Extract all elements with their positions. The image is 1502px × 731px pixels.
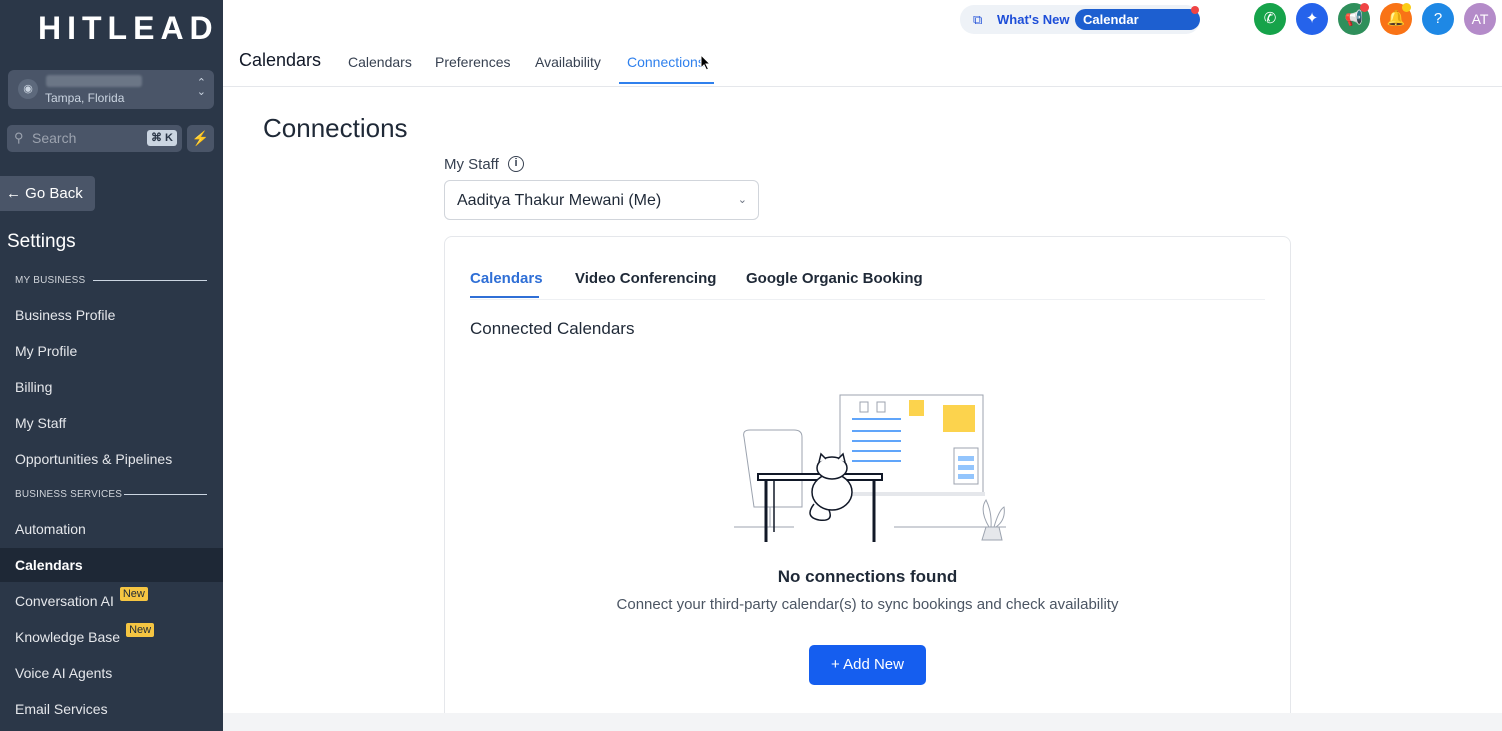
user-avatar[interactable]: AT [1464,3,1496,35]
sidebar: HITLEAD ◉ Tampa, Florida ⌃ ⌄ ⚲ Search ⌘ K… [0,0,223,731]
tab-availability[interactable]: Availability [535,54,601,70]
phone-icon[interactable]: ✆ [1254,3,1286,35]
app-logo: HITLEAD [38,10,219,46]
sidebar-item-calendars[interactable]: Calendars [0,548,223,582]
tab-calendars[interactable]: Calendars [348,54,412,70]
notification-dot [1191,6,1199,14]
tab-google-organic-booking[interactable]: Google Organic Booking [746,270,923,287]
section-divider [93,280,207,281]
my-staff-label: My Staff [444,156,499,173]
sidebar-item-business-profile[interactable]: Business Profile [0,298,223,332]
sidebar-item-email-services[interactable]: Email Services [0,692,223,726]
search-icon: ⚲ [14,130,24,145]
sidebar-item-label: My Profile [15,343,78,359]
empty-state-illustration [734,394,1006,542]
add-new-button[interactable]: + Add New [809,645,926,685]
section-label-business-services: BUSINESS SERVICES [15,489,123,500]
sidebar-item-label: Calendars [15,557,83,573]
sidebar-item-conversation-ai[interactable]: Conversation AI New [0,584,223,618]
search-placeholder: Search [32,130,77,146]
empty-state-title: No connections found [777,567,958,586]
location-pin-icon: ◉ [18,79,38,99]
location-name-redacted [46,75,142,87]
sidebar-item-label: My Staff [15,415,67,431]
sidebar-item-my-profile[interactable]: My Profile [0,334,223,368]
tab-calendars-connections[interactable]: Calendars [470,270,543,287]
search-input[interactable]: ⚲ Search ⌘ K [7,125,182,152]
notification-dot [1402,3,1411,12]
section-divider [124,494,207,495]
settings-title: Settings [7,231,76,252]
sidebar-item-label: Email Services [15,701,108,717]
empty-state-subtitle: Connect your third-party calendar(s) to … [616,596,1119,613]
sidebar-item-knowledge-base[interactable]: Knowledge Base New [0,620,223,654]
go-back-label: Go Back [25,185,83,202]
help-icon[interactable]: ? [1422,3,1454,35]
staff-select[interactable]: Aaditya Thakur Mewani (Me) ⌄ [444,180,759,220]
tab-preferences[interactable]: Preferences [435,54,510,70]
plus-icon: + [831,656,840,673]
page-title: Calendars [239,50,322,70]
whats-new-banner[interactable]: ⧉ What's New Calendar Updates [960,5,1200,48]
go-back-button[interactable]: ← Go Back [0,176,95,211]
new-badge: New [126,623,155,637]
sidebar-item-opportunities[interactable]: Opportunities & Pipelines [0,442,223,476]
whats-new-label: What's New [997,12,1070,27]
quick-action-bolt-icon[interactable]: ⚡ [187,125,214,152]
active-tab-indicator [619,82,714,84]
info-icon[interactable]: i [508,156,524,172]
sidebar-item-my-staff[interactable]: My Staff [0,406,223,440]
announcement-icon: ⧉ [973,12,983,27]
sidebar-item-label: Automation [15,521,86,537]
top-bar: Calendars Calendars Preferences Availabi… [223,0,1502,87]
active-tab-indicator [470,296,539,298]
tab-video-conferencing[interactable]: Video Conferencing [575,270,716,287]
sidebar-item-label: Voice AI Agents [15,665,113,681]
new-badge: New [119,587,148,601]
search-shortcut: ⌘ K [147,130,177,146]
add-new-label: Add New [843,656,904,673]
arrow-left-icon: ← [6,185,21,202]
sidebar-item-label: Opportunities & Pipelines [15,451,173,467]
section-title: Connections [263,113,408,143]
ai-sparkle-icon[interactable]: ✦ [1296,3,1328,35]
bottom-strip [223,713,1502,731]
chevron-down-icon: ⌄ [737,194,747,206]
tab-connections[interactable]: Connections [627,54,705,70]
section-label-my-business: MY BUSINESS [15,275,86,286]
location-city: Tampa, Florida [45,91,125,105]
sidebar-item-billing[interactable]: Billing [0,370,223,404]
connected-calendars-heading: Connected Calendars [470,319,635,338]
sidebar-item-automation[interactable]: Automation [0,512,223,546]
notification-dot [1360,3,1369,12]
tab-divider [470,299,1265,300]
staff-select-value: Aaditya Thakur Mewani (Me) [457,192,662,209]
calendar-updates-pill[interactable]: Calendar Updates [1075,9,1200,48]
chevron-up-down-icon: ⌃ ⌄ [196,77,206,98]
sidebar-item-label: Knowledge Base [15,629,121,645]
sidebar-item-voice-ai-agents[interactable]: Voice AI Agents [0,656,223,690]
sidebar-item-label: Conversation AI [15,593,114,609]
sidebar-item-label: Business Profile [15,307,116,323]
location-switcher[interactable]: ◉ Tampa, Florida ⌃ ⌄ [8,70,214,109]
connections-card: Calendars Video Conferencing Google Orga… [444,236,1291,731]
mouse-cursor-icon [700,54,712,71]
sidebar-item-label: Billing [15,379,53,395]
